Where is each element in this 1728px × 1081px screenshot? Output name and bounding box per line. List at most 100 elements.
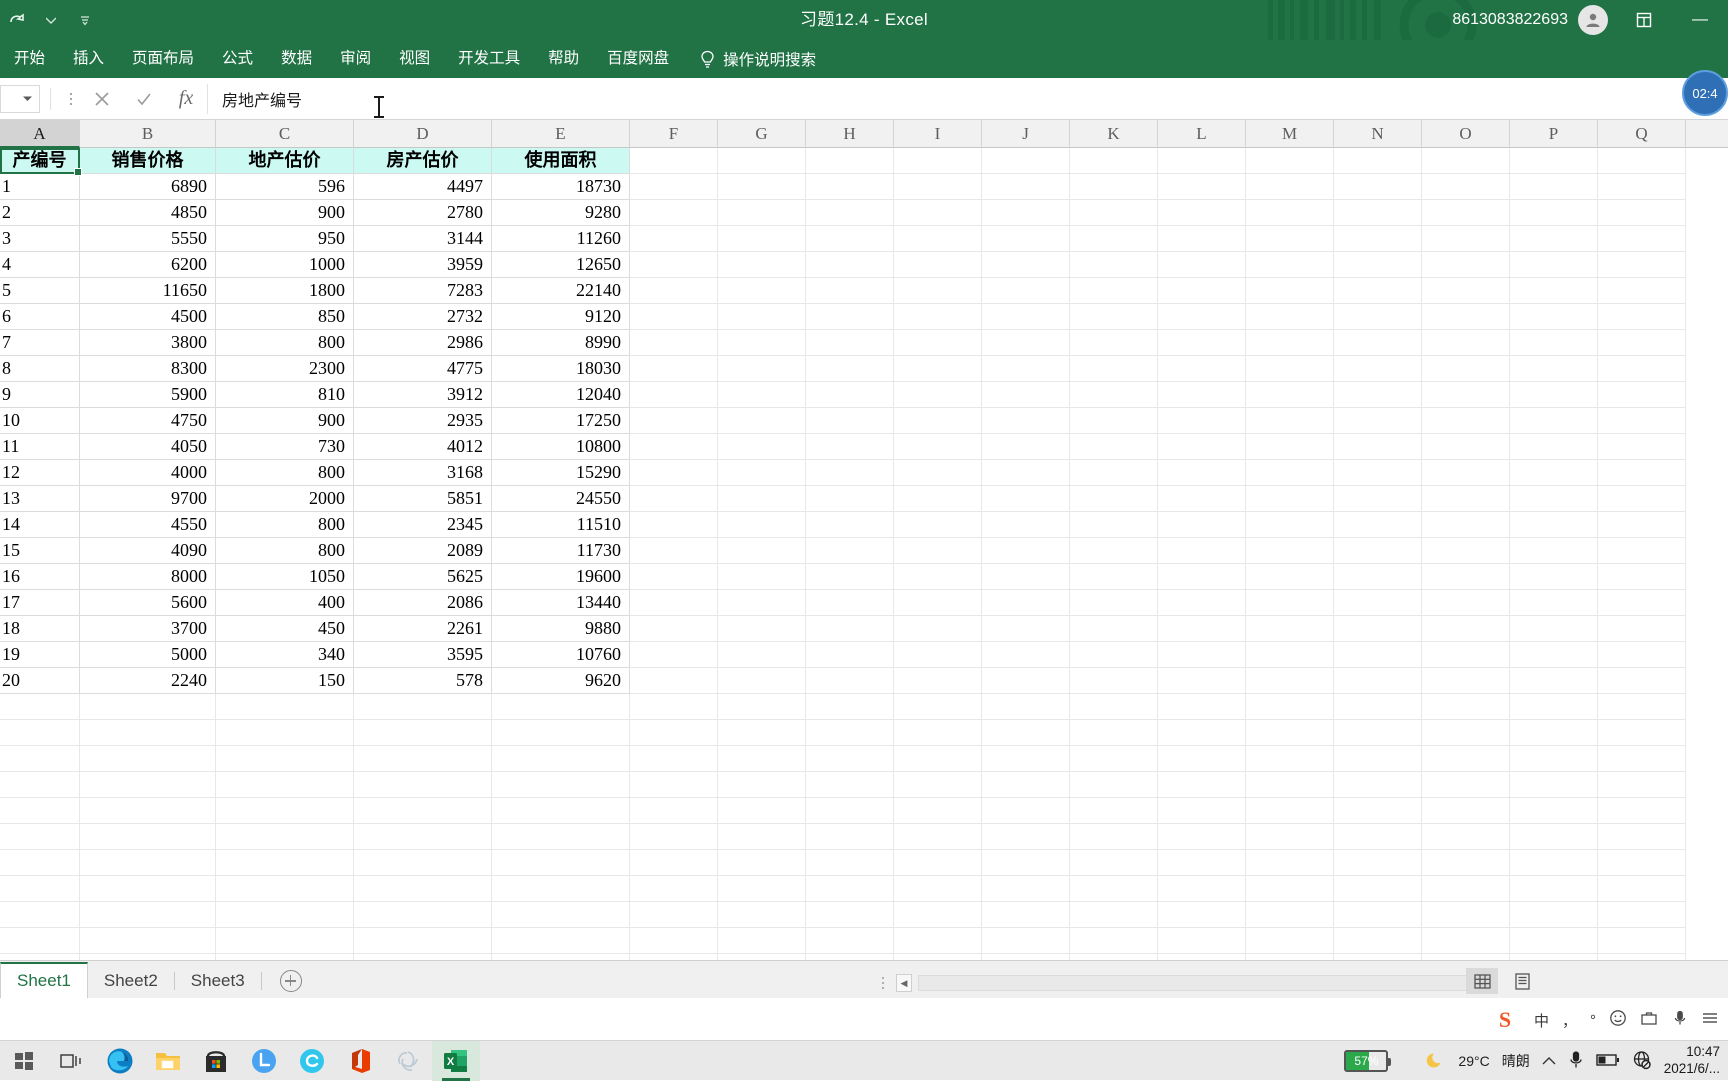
chevron-left-icon[interactable]: ◀ <box>896 974 912 992</box>
cell-M[interactable] <box>1246 486 1334 512</box>
cell-B[interactable]: 3700 <box>80 616 216 642</box>
column-header-L[interactable]: L <box>1158 120 1246 148</box>
cell-A[interactable] <box>0 876 80 902</box>
cell-G[interactable] <box>718 486 806 512</box>
cell-A[interactable]: 2 <box>0 200 80 226</box>
cell-O[interactable] <box>1422 824 1510 850</box>
cell-D[interactable] <box>354 798 492 824</box>
cell-A[interactable] <box>0 850 80 876</box>
cell-J[interactable] <box>982 330 1070 356</box>
cell-M[interactable] <box>1246 512 1334 538</box>
column-header-M[interactable]: M <box>1246 120 1334 148</box>
cell-I[interactable] <box>894 174 982 200</box>
cell-E[interactable]: 8990 <box>492 330 630 356</box>
cell-H[interactable] <box>806 876 894 902</box>
cell-E[interactable] <box>492 928 630 954</box>
cell-C[interactable] <box>216 694 354 720</box>
cell-G[interactable] <box>718 278 806 304</box>
cell-D[interactable] <box>354 876 492 902</box>
cell-Q[interactable] <box>1598 902 1686 928</box>
header-cell-K[interactable] <box>1070 148 1158 174</box>
cell-C[interactable]: 730 <box>216 434 354 460</box>
cell-H[interactable] <box>806 460 894 486</box>
cell-G[interactable] <box>718 902 806 928</box>
cell-E[interactable]: 12040 <box>492 382 630 408</box>
cell-J[interactable] <box>982 538 1070 564</box>
cell-K[interactable] <box>1070 434 1158 460</box>
cell-G[interactable] <box>718 720 806 746</box>
cell-K[interactable] <box>1070 252 1158 278</box>
cell-B[interactable] <box>80 772 216 798</box>
cell-F[interactable] <box>630 200 718 226</box>
cell-K[interactable] <box>1070 356 1158 382</box>
cell-D[interactable]: 4775 <box>354 356 492 382</box>
cell-M[interactable] <box>1246 330 1334 356</box>
cell-E[interactable]: 19600 <box>492 564 630 590</box>
cell-O[interactable] <box>1422 928 1510 954</box>
cell-K[interactable] <box>1070 460 1158 486</box>
cell-A[interactable]: 9 <box>0 382 80 408</box>
cell-Q[interactable] <box>1598 876 1686 902</box>
chevron-up-icon[interactable] <box>1542 1053 1556 1069</box>
cell-F[interactable] <box>630 330 718 356</box>
cell-E[interactable]: 9620 <box>492 668 630 694</box>
cell-K[interactable] <box>1070 278 1158 304</box>
cell-L[interactable] <box>1158 174 1246 200</box>
cell-Q[interactable] <box>1598 746 1686 772</box>
cell-N[interactable] <box>1334 590 1422 616</box>
cell-P[interactable] <box>1510 174 1598 200</box>
cell-N[interactable] <box>1334 902 1422 928</box>
cell-O[interactable] <box>1422 460 1510 486</box>
column-header-Q[interactable]: Q <box>1598 120 1686 148</box>
cell-D[interactable]: 2089 <box>354 538 492 564</box>
cell-I[interactable] <box>894 928 982 954</box>
cell-Q[interactable] <box>1598 356 1686 382</box>
cell-E[interactable]: 11260 <box>492 226 630 252</box>
cell-I[interactable] <box>894 538 982 564</box>
cell-D[interactable]: 4497 <box>354 174 492 200</box>
header-cell-B[interactable]: 销售价格 <box>80 148 216 174</box>
microphone-icon[interactable] <box>1568 1050 1584 1073</box>
cell-L[interactable] <box>1158 720 1246 746</box>
cell-G[interactable] <box>718 798 806 824</box>
cell-I[interactable] <box>894 902 982 928</box>
cell-P[interactable] <box>1510 356 1598 382</box>
cell-I[interactable] <box>894 200 982 226</box>
cell-B[interactable]: 4850 <box>80 200 216 226</box>
column-header-O[interactable]: O <box>1422 120 1510 148</box>
cell-N[interactable] <box>1334 720 1422 746</box>
column-header-K[interactable]: K <box>1070 120 1158 148</box>
cell-P[interactable] <box>1510 720 1598 746</box>
cell-E[interactable]: 17250 <box>492 408 630 434</box>
cell-P[interactable] <box>1510 200 1598 226</box>
cell-M[interactable] <box>1246 434 1334 460</box>
cell-L[interactable] <box>1158 694 1246 720</box>
cell-D[interactable]: 578 <box>354 668 492 694</box>
tell-me-search[interactable]: 操作说明搜索 <box>699 48 816 70</box>
cell-P[interactable] <box>1510 564 1598 590</box>
cell-G[interactable] <box>718 538 806 564</box>
cell-O[interactable] <box>1422 330 1510 356</box>
cell-B[interactable]: 5550 <box>80 226 216 252</box>
cell-I[interactable] <box>894 876 982 902</box>
cell-D[interactable]: 3595 <box>354 642 492 668</box>
cell-Q[interactable] <box>1598 538 1686 564</box>
cell-E[interactable]: 24550 <box>492 486 630 512</box>
cell-L[interactable] <box>1158 512 1246 538</box>
cell-C[interactable]: 800 <box>216 512 354 538</box>
cell-E[interactable]: 13440 <box>492 590 630 616</box>
cell-P[interactable] <box>1510 408 1598 434</box>
cell-D[interactable]: 3959 <box>354 252 492 278</box>
column-header-A[interactable]: A <box>0 120 80 148</box>
cell-E[interactable]: 12650 <box>492 252 630 278</box>
cell-B[interactable]: 8000 <box>80 564 216 590</box>
split-handle[interactable] <box>876 977 890 989</box>
cell-C[interactable]: 800 <box>216 538 354 564</box>
cell-N[interactable] <box>1334 746 1422 772</box>
cell-M[interactable] <box>1246 538 1334 564</box>
cell-G[interactable] <box>718 616 806 642</box>
cell-E[interactable]: 10800 <box>492 434 630 460</box>
cell-C[interactable] <box>216 902 354 928</box>
cell-Q[interactable] <box>1598 486 1686 512</box>
cell-N[interactable] <box>1334 382 1422 408</box>
